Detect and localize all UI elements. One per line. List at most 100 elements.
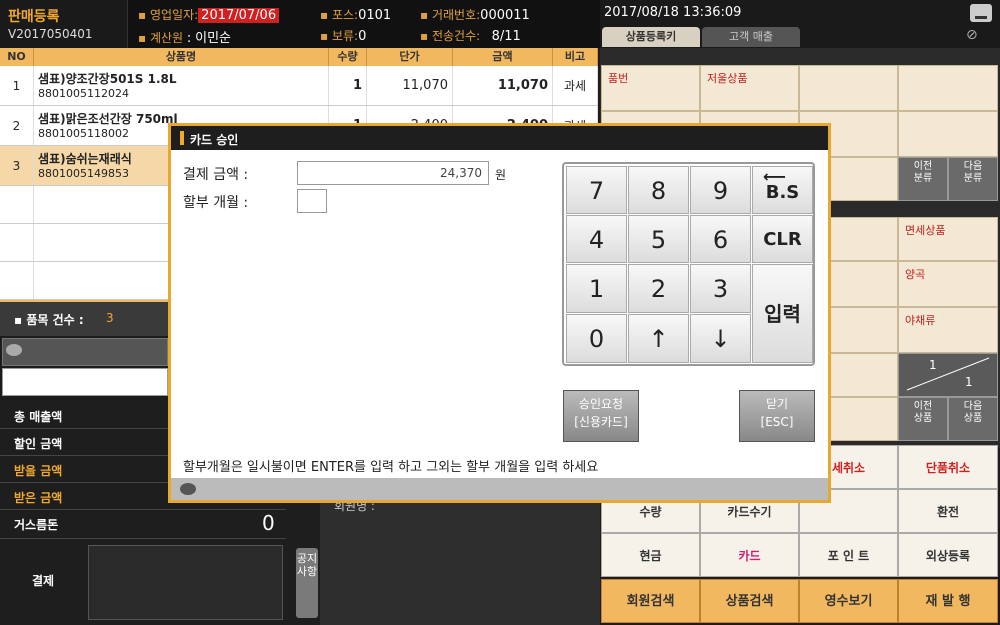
row-no: 1 (0, 66, 34, 105)
exchange-button[interactable]: 환전 (898, 489, 998, 533)
next-product-button[interactable]: 다음 상품 (948, 397, 998, 441)
txn-label: 거래번호: (431, 8, 481, 22)
approve-request-button[interactable]: 승인요청 [신용카드] (563, 390, 639, 442)
receivable-label: 받을 금액 (14, 464, 63, 478)
grid-key[interactable]: 면세상품 (898, 217, 998, 261)
transaction-number: ▪ 거래번호:000011 (420, 8, 530, 23)
hold-label: 보류: (331, 29, 359, 43)
item-count-label: ▪ 품목 건수 : (14, 313, 84, 327)
reissue-button[interactable]: 재 발 행 (898, 579, 998, 623)
col-qty: 수량 (329, 48, 367, 66)
dialog-titlebar (171, 126, 828, 150)
item-cancel-button[interactable]: 단품취소 (898, 445, 998, 489)
grid-key[interactable]: 야채류 (898, 307, 998, 353)
col-name: 상품명 (34, 48, 329, 66)
prev-product-button[interactable]: 이전 상품 (898, 397, 948, 441)
received-label: 받은 금액 (14, 491, 63, 505)
arrow-down-key[interactable]: ↓ (690, 314, 751, 363)
key-7[interactable]: 7 (566, 166, 627, 214)
sent-label: 전송건수: (431, 29, 481, 43)
amount-field[interactable]: 24,370 (297, 161, 489, 185)
divider (0, 538, 286, 539)
credit-register-button[interactable]: 외상등록 (898, 533, 998, 577)
txn-value: 000011 (480, 8, 530, 23)
next-category-button[interactable]: 다음 분류 (948, 157, 998, 201)
cashier-value: 이민순 (195, 31, 232, 46)
dialog-footer (171, 478, 828, 500)
row-name-cell: 샘표)양조간장501S 1.8L 8801005112024 (34, 66, 329, 105)
key-1[interactable]: 1 (566, 264, 627, 313)
grid-key[interactable]: 품번 (601, 65, 700, 111)
key-5[interactable]: 5 (628, 215, 689, 263)
key-8[interactable]: 8 (628, 166, 689, 214)
table-row[interactable]: 1 샘표)양조간장501S 1.8L 8801005112024 1 11,070… (0, 66, 598, 106)
product-search-button[interactable]: 상품검색 (700, 579, 799, 623)
member-panel (320, 500, 600, 625)
business-date-label: 영업일자: (149, 8, 199, 22)
key-9[interactable]: 9 (690, 166, 751, 214)
cash-button[interactable]: 현금 (601, 533, 700, 577)
row-barcode: 8801005112024 (38, 87, 129, 100)
prev-category-button[interactable]: 이전 분류 (898, 157, 948, 201)
row-price: 11,070 (367, 66, 453, 105)
version-label: V2017050401 (8, 27, 93, 41)
card-button[interactable]: 카드 (700, 533, 799, 577)
sent-value: 8/11 (491, 29, 521, 44)
grid-key[interactable] (898, 65, 998, 111)
chat-icon (180, 483, 196, 495)
page-current: 1 (929, 358, 937, 372)
member-search-button[interactable]: 회원검색 (601, 579, 700, 623)
pos-number: ▪ 포스:0101 (320, 8, 392, 23)
close-button[interactable]: 닫기 [ESC] (739, 390, 815, 442)
notice-tab[interactable]: 공지사항 (296, 548, 318, 618)
installment-field[interactable] (297, 189, 327, 213)
grid-key[interactable]: 양곡 (898, 261, 998, 307)
arrow-up-key[interactable]: ↑ (628, 314, 689, 363)
memo-input[interactable] (2, 338, 168, 366)
change-label: 거스름돈 (14, 518, 59, 532)
discount-label: 할인 금액 (14, 437, 63, 451)
receipt-view-button[interactable]: 영수보기 (799, 579, 898, 623)
divider (0, 509, 286, 510)
payment-label: 결제 (32, 574, 55, 588)
grid-key[interactable] (799, 65, 898, 111)
minimize-icon[interactable] (970, 4, 992, 22)
scan-input[interactable] (2, 368, 168, 396)
page-indicator: 1 1 (898, 353, 998, 397)
payment-box (88, 545, 283, 620)
screen-title: 판매등록 (8, 9, 60, 25)
col-tax: 비고 (553, 48, 598, 66)
business-date-value: 2017/07/06 (198, 8, 280, 23)
key-2[interactable]: 2 (628, 264, 689, 313)
approve-line1: 승인요청 (578, 397, 624, 411)
key-0[interactable]: 0 (566, 314, 627, 363)
grid-key[interactable]: 저울상품 (700, 65, 799, 111)
arrow-left-icon: ⟵ (763, 167, 786, 186)
key-6[interactable]: 6 (690, 215, 751, 263)
sent-count: ▪ 전송건수: 8/11 (420, 29, 521, 44)
tab-customer-sales[interactable]: 고객 매출 (702, 27, 800, 47)
tab-product-keys[interactable]: 상품등록키 (602, 27, 700, 47)
grid-key[interactable] (898, 111, 998, 157)
item-count-value: 3 (106, 311, 114, 325)
clear-key[interactable]: CLR (752, 215, 813, 263)
page-slash-icon (906, 357, 990, 391)
total-sales-label: 총 매출액 (14, 410, 63, 424)
title-marker (180, 131, 184, 145)
currency-unit: 원 (495, 168, 507, 182)
pos-label: 포스: (331, 8, 359, 22)
row-no: 3 (0, 146, 34, 185)
device-icon[interactable]: ⊘ (966, 27, 978, 43)
key-3[interactable]: 3 (690, 264, 751, 313)
backspace-key[interactable]: ⟵ B.S (752, 166, 813, 214)
approve-line2: [신용카드] (574, 415, 628, 429)
cashier-sep: : (186, 31, 192, 46)
key-4[interactable]: 4 (566, 215, 627, 263)
col-price: 단가 (367, 48, 453, 66)
hold-value: 0 (358, 29, 367, 44)
enter-key[interactable]: 입력 (752, 264, 813, 363)
point-button[interactable]: 포 인 트 (799, 533, 898, 577)
hold-count: ▪ 보류:0 (320, 29, 367, 44)
page-total: 1 (965, 375, 973, 389)
row-no: 2 (0, 106, 34, 145)
